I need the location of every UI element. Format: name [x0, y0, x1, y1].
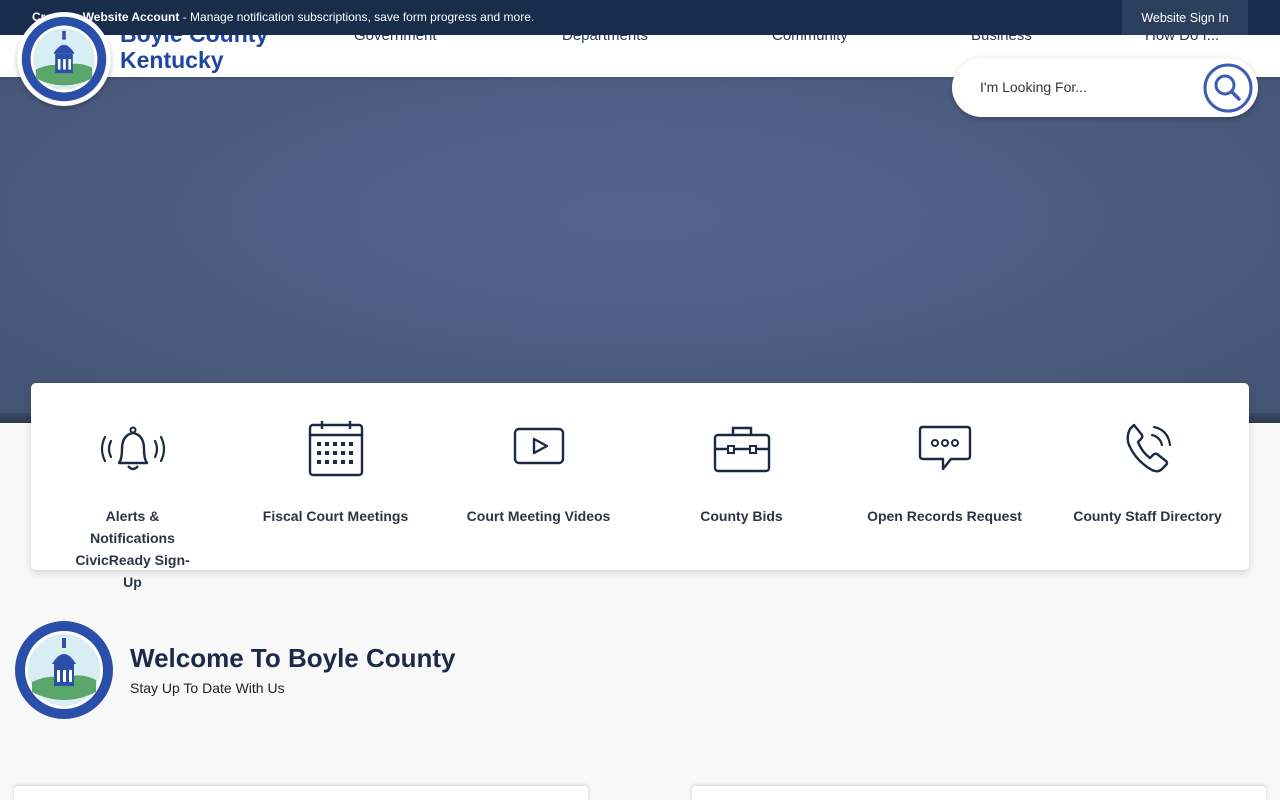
content-panel-right: [692, 786, 1266, 800]
county-seal-icon: [15, 621, 113, 719]
welcome-subtitle: Stay Up To Date With Us: [130, 680, 285, 696]
quick-link-county-staff-directory[interactable]: County Staff Directory: [1046, 383, 1249, 570]
quick-link-label: County Staff Directory: [1073, 508, 1222, 524]
quick-link-county-bids[interactable]: County Bids: [640, 383, 843, 570]
quick-link-alerts[interactable]: Alerts & Notifications CivicReady Sign-U…: [31, 383, 234, 590]
quick-link-label: Alerts & Notifications CivicReady Sign-U…: [75, 508, 190, 590]
bell-icon: [100, 426, 165, 471]
nav-how-do-i[interactable]: How Do I...: [1145, 35, 1219, 44]
website-sign-in-button[interactable]: Website Sign In: [1122, 0, 1248, 35]
quick-link-label: County Bids: [700, 508, 783, 524]
county-seal-icon: [21, 16, 107, 102]
search-icon: [1203, 63, 1253, 113]
chat-bubble-icon: [918, 425, 971, 471]
search-button[interactable]: [1202, 62, 1254, 114]
nav-community[interactable]: Community: [772, 35, 848, 44]
site-name-line1: Boyle County: [120, 35, 268, 47]
site-name[interactable]: Boyle County Kentucky: [120, 35, 268, 73]
phone-icon: [1126, 423, 1171, 473]
notification-bar: Create a Website Account - Manage notifi…: [0, 0, 1280, 35]
quick-link-open-records-request[interactable]: Open Records Request: [843, 383, 1046, 570]
account-message-text: - Manage notification subscriptions, sav…: [179, 10, 535, 24]
county-seal-welcome: [14, 620, 114, 720]
nav-business[interactable]: Business: [971, 35, 1032, 44]
video-play-icon: [513, 427, 564, 465]
content-panel-left: [14, 786, 588, 800]
nav-government[interactable]: Government: [354, 35, 437, 44]
quick-link-label: Open Records Request: [867, 508, 1022, 524]
welcome-title: Welcome To Boyle County: [130, 643, 456, 673]
quick-link-label: Fiscal Court Meetings: [262, 508, 409, 524]
hero-banner: [0, 77, 1280, 423]
quick-link-fiscal-court-meetings[interactable]: Fiscal Court Meetings: [234, 383, 437, 570]
site-name-line2: Kentucky: [120, 47, 224, 73]
county-seal-logo[interactable]: [17, 12, 111, 106]
nav-departments[interactable]: Departments: [562, 35, 648, 44]
calendar-icon: [308, 421, 363, 477]
briefcase-icon: [713, 426, 770, 473]
search-input[interactable]: [980, 76, 1180, 98]
quick-link-court-meeting-videos[interactable]: Court Meeting Videos: [437, 383, 640, 570]
quick-link-label: Court Meeting Videos: [466, 508, 611, 524]
quick-links-card: Alerts & Notifications CivicReady Sign-U…: [31, 383, 1249, 590]
